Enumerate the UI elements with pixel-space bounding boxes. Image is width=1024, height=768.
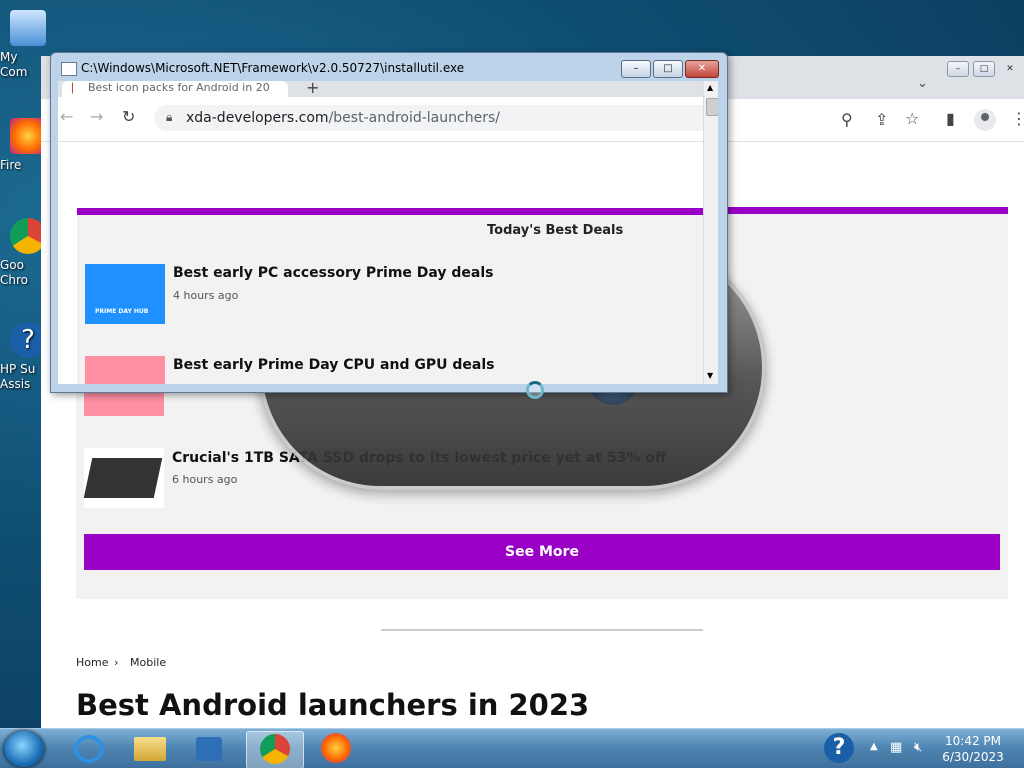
bookmark-star-icon[interactable]: ☆ <box>905 109 919 128</box>
mirrored-deal-thumbnail[interactable]: PRIME DAY HUB <box>85 264 165 324</box>
lock-icon: 🔒︎ <box>166 110 173 124</box>
mirrored-deal-time: 4 hours ago <box>173 289 239 302</box>
busy-cursor-icon <box>526 381 544 399</box>
site-favicon-icon: ❘ <box>68 81 78 94</box>
mirrored-tab-strip: ❘ Best icon packs for Android in 20 + <box>58 81 703 97</box>
ssd-image <box>83 458 163 498</box>
taskbar-internet-explorer[interactable] <box>62 731 118 767</box>
forward-arrow-icon[interactable]: → <box>90 107 103 126</box>
breadcrumb-mobile[interactable]: Mobile <box>130 656 166 669</box>
internet-explorer-icon <box>74 735 104 763</box>
volume-muted-icon[interactable]: 🔇︎ <box>914 740 922 755</box>
url-path: /best-android-launchers/ <box>328 110 500 126</box>
help-support-icon[interactable]: ? <box>824 733 854 763</box>
maximize-button[interactable]: □ <box>653 60 683 78</box>
media-player-icon <box>196 737 222 761</box>
scroll-down-icon[interactable]: ▼ <box>707 371 713 380</box>
address-bar[interactable]: 🔒︎ xda-developers.com/best-android-launc… <box>154 105 718 131</box>
mirrored-page: Today's Best Deals PRIME DAY HUB Best ea… <box>58 142 703 384</box>
taskbar-firefox[interactable] <box>308 731 364 767</box>
desktop-icon-my-computer[interactable]: My Com <box>0 10 46 80</box>
taskbar-file-explorer[interactable] <box>122 731 178 767</box>
side-panel-icon[interactable]: ▮ <box>946 109 955 128</box>
mirrored-tab[interactable]: ❘ Best icon packs for Android in 20 <box>62 81 288 97</box>
breadcrumb-separator: › <box>114 656 119 669</box>
restore-button[interactable]: □ <box>973 61 995 77</box>
taskbar-media-player[interactable] <box>182 731 238 767</box>
taskbar: ? ▲ ▦ 🔇︎ 10:42 PM 6/30/2023 <box>0 728 1024 768</box>
window-content: ❘ Best icon packs for Android in 20 + ← … <box>58 81 718 384</box>
chrome-icon <box>260 734 290 764</box>
mirrored-deals-widget: Today's Best Deals PRIME DAY HUB Best ea… <box>77 208 703 384</box>
scroll-thumb[interactable] <box>706 98 718 116</box>
firefox-icon <box>321 733 351 763</box>
desktop-icon-google-chrome[interactable]: Goo Chro <box>0 218 46 288</box>
back-arrow-icon[interactable]: ← <box>60 107 73 126</box>
window-title: C:\Windows\Microsoft.NET\Framework\v2.0.… <box>81 61 465 75</box>
chevron-down-icon[interactable]: ⌄ <box>917 76 928 91</box>
deal-thumbnail[interactable] <box>83 448 164 508</box>
close-button[interactable]: ✕ <box>999 61 1021 77</box>
desktop-icon-label: Fire <box>0 158 22 172</box>
taskbar-google-chrome[interactable] <box>246 731 304 768</box>
search-icon[interactable]: ⚲ <box>841 110 853 129</box>
profile-avatar[interactable] <box>974 109 996 131</box>
mirrored-toolbar: ← → ↻ 🔒︎ xda-developers.com/best-android… <box>58 97 718 142</box>
desktop-icon-label: HP Su Assis <box>0 362 36 391</box>
vertical-scrollbar[interactable]: ▲ ▼ <box>703 81 718 384</box>
share-icon[interactable]: ⇪ <box>875 110 888 129</box>
url-host: xda-developers.com <box>186 110 329 126</box>
menu-kebab-icon[interactable]: ⋮ <box>1011 109 1024 128</box>
clock-date: 6/30/2023 <box>942 750 1004 764</box>
computer-icon <box>10 10 46 46</box>
mirrored-deal-title[interactable]: Best early PC accessory Prime Day deals <box>173 265 494 281</box>
mirrored-deal-title[interactable]: Best early Prime Day CPU and GPU deals <box>173 357 494 373</box>
scroll-up-icon[interactable]: ▲ <box>707 83 713 92</box>
page-title: Best Android launchers in 2023 <box>76 688 590 722</box>
address-text: xda-developers.com/best-android-launcher… <box>186 110 500 126</box>
mirrored-deals-heading: Today's Best Deals <box>487 223 624 238</box>
desktop-icon-hp-support-assistant[interactable]: ? HP Su Assis <box>0 322 46 392</box>
thumb-label: PRIME DAY HUB <box>95 308 149 315</box>
system-clock[interactable]: 10:42 PM 6/30/2023 <box>938 733 1008 765</box>
minimize-button[interactable]: – <box>621 60 651 78</box>
minimize-button[interactable]: – <box>947 61 969 77</box>
desktop-icon-label: My Com <box>0 50 28 79</box>
divider <box>381 629 703 631</box>
console-icon <box>61 62 77 76</box>
reload-icon[interactable]: ↻ <box>122 107 135 126</box>
deal-time: 6 hours ago <box>172 473 238 486</box>
breadcrumb-home[interactable]: Home <box>76 656 108 669</box>
desktop-icon-firefox[interactable]: Fire <box>0 118 46 173</box>
new-tab-icon[interactable]: + <box>306 81 319 97</box>
show-hidden-icons-icon[interactable]: ▲ <box>870 741 878 752</box>
network-icon[interactable]: ▦ <box>890 740 902 755</box>
folder-icon <box>134 737 166 761</box>
clock-time: 10:42 PM <box>945 734 1001 748</box>
close-button[interactable]: ✕ <box>685 60 719 78</box>
mirrored-deal-thumbnail[interactable] <box>85 356 165 384</box>
desktop-icon-label: Goo Chro <box>0 258 28 287</box>
installutil-window[interactable]: C:\Windows\Microsoft.NET\Framework\v2.0.… <box>50 52 728 393</box>
tab-title: Best icon packs for Android in 20 <box>88 81 270 94</box>
start-button[interactable] <box>4 731 44 767</box>
see-more-button[interactable]: See More <box>84 534 1000 570</box>
